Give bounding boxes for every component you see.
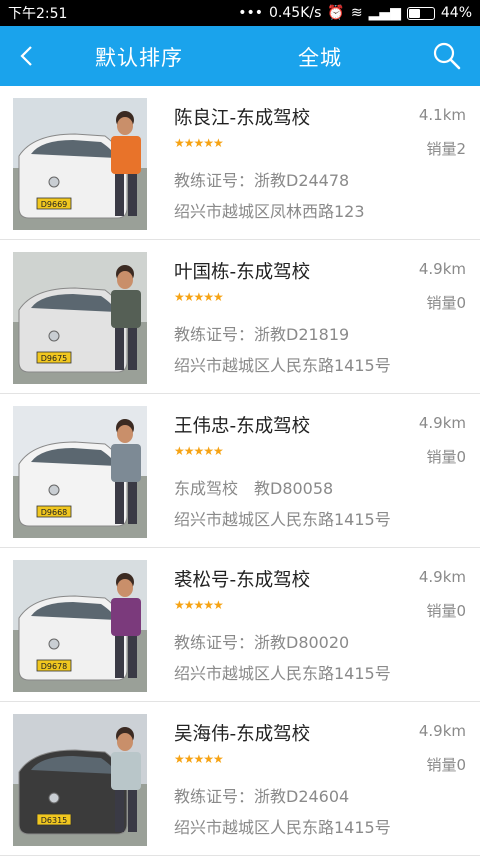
svg-text:D9675: D9675 bbox=[41, 354, 68, 363]
coach-name[interactable]: 叶国栋-东成驾校 bbox=[174, 258, 310, 284]
status-bar: 下午2:51 ••• 0.45K/s ⏰ ≋ ▂▄▆ 44% bbox=[0, 0, 480, 26]
coach-cert: 教练证号：浙教D21819 bbox=[174, 325, 350, 344]
coach-sales: 销量0 bbox=[426, 294, 466, 312]
alarm-icon: ⏰ bbox=[327, 5, 345, 21]
coach-distance: 4.9km bbox=[418, 260, 466, 278]
back-button[interactable] bbox=[0, 26, 52, 86]
coach-address: 绍兴市越城区凤林西路123 bbox=[174, 202, 365, 221]
coach-distance: 4.9km bbox=[418, 568, 466, 586]
coach-name[interactable]: 吴海伟-东成驾校 bbox=[174, 720, 310, 746]
coach-cert: 教练证号：浙教D24604 bbox=[174, 787, 350, 806]
signal-icon: ▂▄▆ bbox=[368, 5, 401, 21]
wifi-icon: ≋ bbox=[350, 5, 363, 21]
coach-sales: 销量0 bbox=[426, 448, 466, 466]
coach-photo: D6315 bbox=[13, 714, 147, 846]
rating-stars: ★★★★★ bbox=[174, 444, 224, 458]
coach-list: D9669 陈良江-东成驾校 ★★★★★ 4.1km 销量2 教练证号：浙教D2… bbox=[0, 86, 480, 856]
rating-stars: ★★★★★ bbox=[174, 752, 224, 766]
svg-text:D9669: D9669 bbox=[41, 200, 68, 209]
coach-name[interactable]: 王伟忠-东成驾校 bbox=[174, 412, 310, 438]
coach-distance: 4.9km bbox=[418, 414, 466, 432]
network-speed: 0.45K/s bbox=[269, 5, 322, 21]
svg-text:D9668: D9668 bbox=[41, 508, 68, 517]
coach-list-item[interactable]: D9675 叶国栋-东成驾校 ★★★★★ 4.9km 销量0 教练证号：浙教D2… bbox=[0, 240, 480, 394]
rating-stars: ★★★★★ bbox=[174, 136, 224, 150]
svg-text:D9678: D9678 bbox=[41, 662, 68, 671]
status-right: ••• 0.45K/s ⏰ ≋ ▂▄▆ 44% bbox=[238, 5, 472, 21]
coach-sales: 销量2 bbox=[426, 140, 466, 158]
search-icon[interactable] bbox=[432, 41, 462, 71]
coach-photo: D9675 bbox=[13, 252, 147, 384]
coach-distance: 4.9km bbox=[418, 722, 466, 740]
rating-stars: ★★★★★ bbox=[174, 598, 224, 612]
more-dots-icon: ••• bbox=[238, 5, 264, 21]
coach-sales: 销量0 bbox=[426, 602, 466, 620]
coach-sales: 销量0 bbox=[426, 756, 466, 774]
coach-address: 绍兴市越城区人民东路1415号 bbox=[174, 356, 391, 375]
coach-list-item[interactable]: D6315 吴海伟-东成驾校 ★★★★★ 4.9km 销量0 教练证号：浙教D2… bbox=[0, 702, 480, 856]
battery-percent: 44% bbox=[440, 5, 472, 21]
coach-address: 绍兴市越城区人民东路1415号 bbox=[174, 664, 391, 683]
coach-address: 绍兴市越城区人民东路1415号 bbox=[174, 818, 391, 837]
coach-distance: 4.1km bbox=[418, 106, 466, 124]
city-dropdown[interactable]: 全城 bbox=[298, 42, 342, 72]
coach-photo: D9668 bbox=[13, 406, 147, 538]
coach-photo: D9678 bbox=[13, 560, 147, 692]
battery-icon bbox=[406, 6, 435, 20]
rating-stars: ★★★★★ bbox=[174, 290, 224, 304]
svg-text:D6315: D6315 bbox=[41, 816, 68, 825]
coach-list-item[interactable]: D9668 王伟忠-东成驾校 ★★★★★ 4.9km 销量0 东成驾校 教D80… bbox=[0, 394, 480, 548]
header-bar: 默认排序 全城 bbox=[0, 26, 480, 86]
coach-list-item[interactable]: D9678 裘松号-东成驾校 ★★★★★ 4.9km 销量0 教练证号：浙教D8… bbox=[0, 548, 480, 702]
coach-name[interactable]: 裘松号-东成驾校 bbox=[174, 566, 310, 592]
sort-dropdown[interactable]: 默认排序 bbox=[95, 42, 183, 72]
back-arrow-icon bbox=[20, 46, 32, 66]
coach-name[interactable]: 陈良江-东成驾校 bbox=[174, 104, 310, 130]
coach-address: 绍兴市越城区人民东路1415号 bbox=[174, 510, 391, 529]
coach-cert: 东成驾校 教D80058 bbox=[174, 479, 334, 498]
coach-cert: 教练证号：浙教D24478 bbox=[174, 171, 350, 190]
status-time: 下午2:51 bbox=[8, 6, 68, 22]
coach-list-item[interactable]: D9669 陈良江-东成驾校 ★★★★★ 4.1km 销量2 教练证号：浙教D2… bbox=[0, 86, 480, 240]
coach-cert: 教练证号：浙教D80020 bbox=[174, 633, 350, 652]
coach-photo: D9669 bbox=[13, 98, 147, 230]
